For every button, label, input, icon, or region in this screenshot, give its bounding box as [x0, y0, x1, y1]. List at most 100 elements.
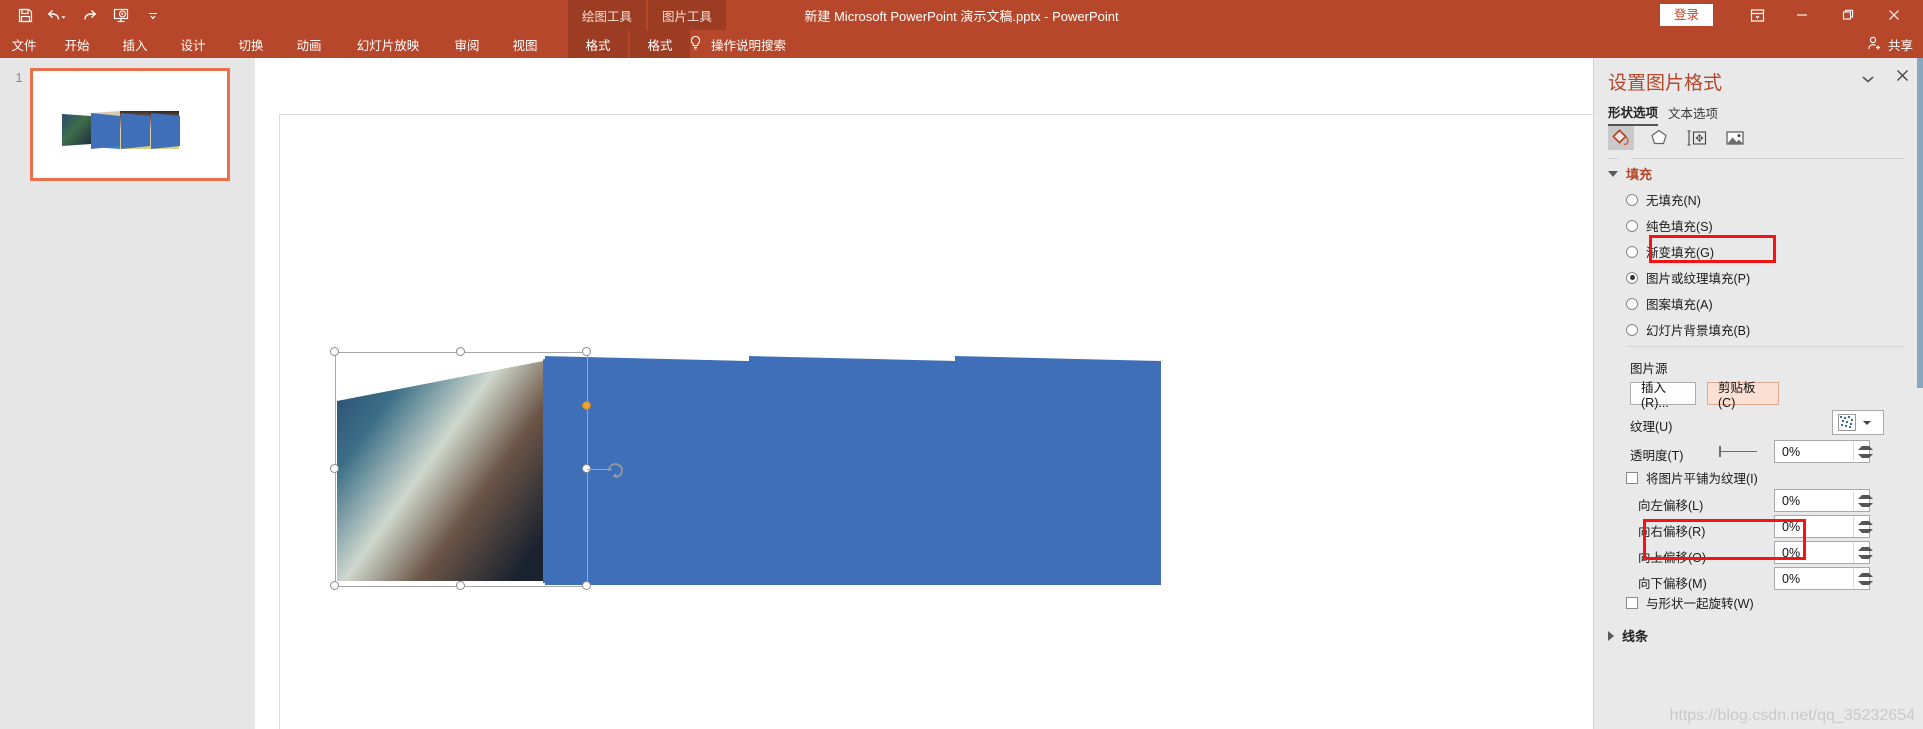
customize-qat-chevron-icon[interactable] — [138, 1, 168, 29]
offset-right-value: 0% — [1782, 519, 1801, 534]
minimize-button[interactable] — [1779, 0, 1825, 30]
fill-line-icon[interactable] — [1608, 126, 1634, 150]
transparency-spinner[interactable]: 0% — [1774, 440, 1873, 463]
subtab-text-options[interactable]: 文本选项 — [1668, 103, 1718, 125]
picture-source-label: 图片源 — [1630, 362, 1668, 376]
thumbnail-content — [33, 71, 227, 178]
radio-pattern-fill[interactable]: 图案填充(A) — [1626, 294, 1713, 313]
spinner-up-icon[interactable] — [1857, 546, 1873, 551]
tab-home[interactable]: 开始 — [48, 30, 106, 58]
section-divider — [1626, 346, 1904, 347]
resize-handle-middle-left[interactable] — [330, 464, 339, 473]
offset-left-spinner[interactable]: 0% — [1774, 489, 1873, 512]
shape-selection-box — [330, 347, 623, 590]
radio-picture-texture-fill[interactable]: 图片或纹理填充(P) — [1626, 268, 1750, 287]
thumbnail-list-item[interactable]: 1 — [8, 68, 230, 181]
pane-splitter[interactable] — [255, 58, 263, 729]
tab-animations[interactable]: 动画 — [280, 30, 338, 58]
spinner-up-icon[interactable] — [1857, 445, 1873, 450]
shape-adjust-handle[interactable] — [582, 401, 591, 410]
radio-no-fill[interactable]: 无填充(N) — [1626, 190, 1701, 209]
radio-button-icon — [1626, 323, 1638, 336]
spinner-arrows[interactable] — [1853, 516, 1873, 537]
resize-handle-top-right[interactable] — [582, 347, 591, 356]
effects-pentagon-icon[interactable] — [1646, 126, 1672, 150]
close-icon[interactable] — [1896, 69, 1909, 86]
save-icon[interactable] — [10, 1, 40, 29]
clipboard-button[interactable]: 剪贴板(C) — [1707, 381, 1779, 410]
offset-top-value: 0% — [1782, 545, 1801, 560]
subtab-shape-options[interactable]: 形状选项 — [1608, 102, 1659, 126]
texture-picker-button[interactable] — [1832, 410, 1884, 435]
offset-right-spinner[interactable]: 0% — [1774, 515, 1873, 538]
spinner-down-icon[interactable] — [1857, 502, 1873, 507]
tab-transitions[interactable]: 切换 — [222, 30, 280, 58]
start-slideshow-icon[interactable] — [106, 1, 136, 29]
spinner-up-icon[interactable] — [1857, 520, 1873, 525]
spinner-down-icon[interactable] — [1857, 453, 1873, 458]
tab-slideshow[interactable]: 幻灯片放映 — [338, 30, 438, 58]
tab-review[interactable]: 审阅 — [438, 30, 496, 58]
spinner-arrows[interactable] — [1853, 568, 1873, 589]
resize-handle-top-center[interactable] — [456, 347, 465, 356]
slide-editing-surface[interactable] — [279, 114, 1594, 729]
tab-file[interactable]: 文件 — [0, 30, 48, 58]
offset-right-label: 向右偏移(R) — [1638, 525, 1706, 539]
spinner-down-icon[interactable] — [1857, 528, 1873, 533]
tile-as-texture-checkbox[interactable]: 将图片平铺为纹理(I) — [1626, 468, 1758, 487]
transparency-value: 0% — [1782, 444, 1801, 459]
tab-format-drawing[interactable]: 格式 — [568, 30, 628, 58]
size-properties-icon[interactable] — [1684, 126, 1710, 150]
tab-design[interactable]: 设计 — [164, 30, 222, 58]
insert-picture-button[interactable]: 插入(R)... — [1630, 381, 1696, 410]
rotate-handle[interactable] — [605, 459, 625, 484]
share-label: 共享 — [1887, 38, 1913, 53]
format-pane-scrollbar[interactable] — [1917, 58, 1923, 729]
radio-solid-fill[interactable]: 纯色填充(S) — [1626, 216, 1713, 235]
sign-in-button[interactable]: 登录 — [1659, 3, 1713, 27]
resize-handle-bottom-right[interactable] — [582, 581, 591, 590]
document-title: 新建 Microsoft PowerPoint 演示文稿.pptx - Powe… — [804, 8, 1119, 24]
spinner-down-icon[interactable] — [1857, 580, 1873, 585]
slide-thumbnail-1[interactable] — [30, 68, 230, 181]
contextual-tab-drawing-tools[interactable]: 绘图工具 — [568, 0, 647, 30]
transparency-slider-knob[interactable] — [1719, 446, 1721, 457]
spinner-up-icon[interactable] — [1857, 494, 1873, 499]
spinner-down-icon[interactable] — [1857, 554, 1873, 559]
resize-handle-bottom-left[interactable] — [330, 581, 339, 590]
tab-view[interactable]: 视图 — [496, 30, 554, 58]
contextual-tab-picture-tools[interactable]: 图片工具 — [648, 0, 727, 30]
format-pane-scroll-thumb[interactable] — [1917, 58, 1923, 388]
spinner-arrows[interactable] — [1853, 542, 1873, 563]
undo-icon[interactable] — [42, 1, 72, 29]
tab-insert[interactable]: 插入 — [106, 30, 164, 58]
share-button[interactable]: 共享 — [1867, 30, 1913, 58]
offset-top-spinner[interactable]: 0% — [1774, 541, 1873, 564]
spinner-arrows[interactable] — [1853, 441, 1873, 462]
redo-icon[interactable] — [74, 1, 104, 29]
radio-label: 图片或纹理填充(P) — [1646, 272, 1751, 286]
spinner-up-icon[interactable] — [1857, 572, 1873, 577]
picture-icon[interactable] — [1722, 126, 1748, 150]
resize-handle-bottom-center[interactable] — [456, 581, 465, 590]
powerpoint-window: 绘图工具 图片工具 新建 Microsoft PowerPoint 演示文稿.p… — [0, 0, 1923, 729]
resize-handle-top-left[interactable] — [330, 347, 339, 356]
line-group-header[interactable]: 线条 — [1608, 626, 1648, 645]
transparency-label: 透明度(T) — [1630, 449, 1684, 463]
watermark-text: https://blog.csdn.net/qq_35232654 — [1669, 707, 1915, 724]
close-button[interactable] — [1871, 0, 1917, 30]
offset-bottom-spinner[interactable]: 0% — [1774, 567, 1873, 590]
transparency-slider-track[interactable] — [1719, 451, 1757, 452]
restore-button[interactable] — [1825, 0, 1871, 30]
tab-format-picture[interactable]: 格式 — [630, 30, 690, 58]
ribbon-display-options-icon[interactable] — [1735, 0, 1779, 30]
spinner-arrows[interactable] — [1853, 490, 1873, 511]
radio-gradient-fill[interactable]: 渐变填充(G) — [1626, 242, 1714, 261]
fill-group-header[interactable]: 填充 — [1608, 164, 1652, 183]
checkbox-icon — [1626, 471, 1638, 484]
chevron-down-icon[interactable] — [1861, 74, 1875, 87]
format-pane-icon-tabs — [1608, 126, 1748, 150]
tell-me-search[interactable]: 操作说明搜索 — [688, 30, 786, 58]
radio-slide-background-fill[interactable]: 幻灯片背景填充(B) — [1626, 320, 1750, 339]
rotate-with-shape-checkbox[interactable]: 与形状一起旋转(W) — [1626, 593, 1754, 612]
